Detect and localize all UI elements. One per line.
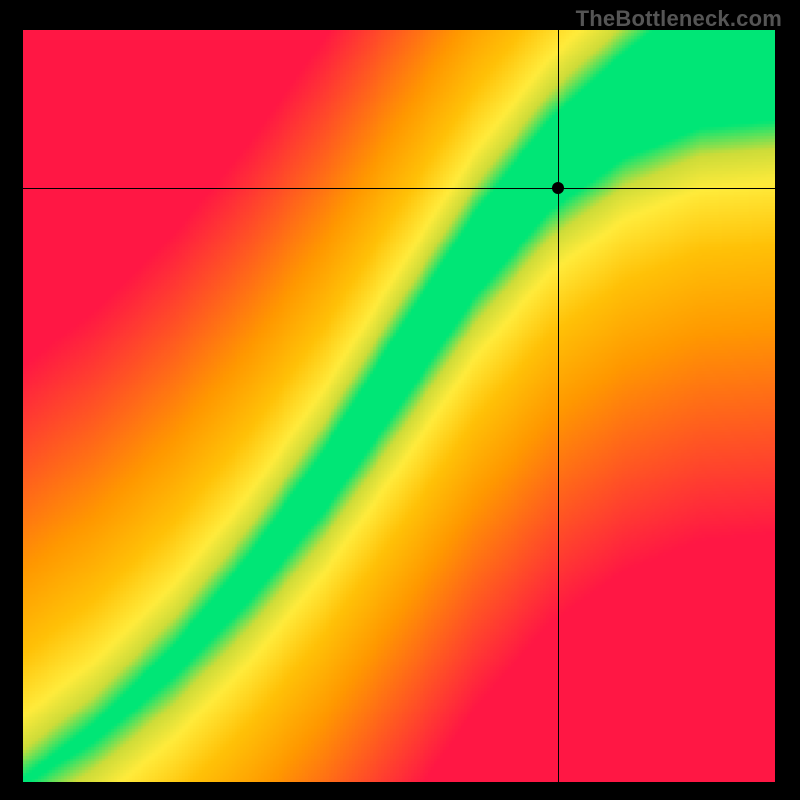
chart-container: TheBottleneck.com [0, 0, 800, 800]
watermark-text: TheBottleneck.com [576, 6, 782, 32]
data-point-marker [552, 182, 564, 194]
crosshair-vertical [558, 30, 559, 782]
heatmap-plot-area [23, 30, 775, 782]
crosshair-horizontal [23, 188, 775, 189]
heatmap-canvas [23, 30, 775, 782]
